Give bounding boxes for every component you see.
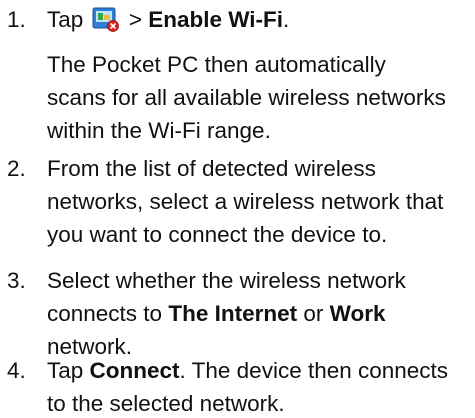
work-label: Work bbox=[329, 301, 386, 326]
step-text-prefix: Tap bbox=[47, 7, 84, 32]
step-number: 3. bbox=[7, 268, 26, 293]
note-line: within the Wi-Fi range. bbox=[47, 118, 271, 143]
enable-wifi-label: Enable Wi-Fi bbox=[148, 7, 284, 32]
step-line-part: . The device then connects bbox=[179, 358, 449, 383]
the-internet-label: The Internet bbox=[168, 301, 298, 326]
step-line-part: Tap bbox=[47, 358, 84, 383]
note-line: scans for all available wireless network… bbox=[47, 85, 446, 110]
step-text: Tap > Enable Wi-Fi. The Pocket PC then a… bbox=[47, 3, 475, 147]
step-text-separator: > bbox=[128, 7, 142, 32]
step-note: The Pocket PC then automatically scans f… bbox=[47, 48, 475, 147]
step-line: networks, select a wireless network that bbox=[47, 189, 444, 214]
step-line: From the list of detected wireless bbox=[47, 156, 376, 181]
step-number: 2. bbox=[7, 156, 26, 181]
step-text: Tap Connect. The device then connects to… bbox=[47, 354, 475, 418]
step-line: to the selected network. bbox=[47, 391, 285, 416]
step-number: 4. bbox=[7, 358, 26, 383]
step-line: connects to The Internet or Work bbox=[47, 297, 475, 330]
wifi-manager-icon[interactable] bbox=[92, 7, 119, 32]
step-line-part: connects to bbox=[47, 301, 163, 326]
step-line: you want to connect the device to. bbox=[47, 222, 388, 247]
step-text: Select whether the wireless network conn… bbox=[47, 264, 475, 363]
connect-label: Connect bbox=[89, 358, 180, 383]
step-text: From the list of detected wireless netwo… bbox=[47, 152, 475, 251]
step-text-suffix: . bbox=[283, 7, 290, 32]
step-line-part: or bbox=[303, 301, 324, 326]
step-line: Select whether the wireless network bbox=[47, 268, 406, 293]
step-number: 1. bbox=[7, 7, 26, 32]
step-line: Tap Connect. The device then connects bbox=[47, 354, 475, 387]
note-line: The Pocket PC then automatically bbox=[47, 52, 386, 77]
